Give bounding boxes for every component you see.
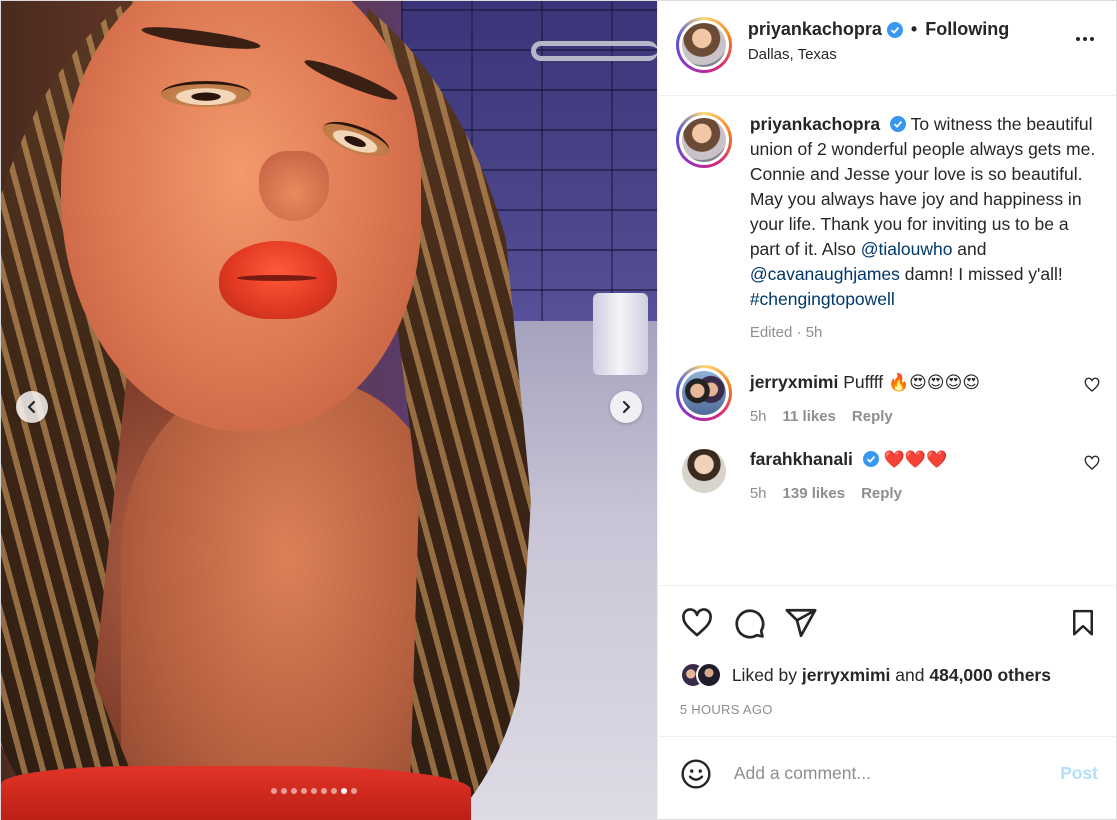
- likes-summary: Liked by jerryxmimi and 484,000 others: [679, 662, 1098, 688]
- instagram-post-modal: priyankachopra • Following Dallas, Texas: [0, 0, 1117, 820]
- hashtag-link[interactable]: #chengingtopowell: [750, 289, 895, 309]
- comment-likes[interactable]: 139 likes: [783, 481, 846, 506]
- following-button[interactable]: Following: [925, 19, 1009, 40]
- comment-like-heart-icon[interactable]: [1084, 377, 1100, 393]
- mention-link[interactable]: @cavanaughjames: [750, 264, 900, 284]
- chevron-right-icon: [622, 400, 631, 414]
- comment-like-heart-icon[interactable]: [1084, 455, 1100, 471]
- caption-username[interactable]: priyankachopra: [750, 114, 880, 134]
- caption-meta: Edited · 5h: [749, 324, 823, 341]
- carousel-dot: [351, 788, 357, 794]
- more-dot-icon: [1076, 37, 1080, 41]
- comment-emojis: 🔥😍😍😍😍: [888, 373, 981, 392]
- location-link[interactable]: Dallas, Texas: [748, 46, 1070, 63]
- emoji-smiley-icon[interactable]: [680, 758, 712, 790]
- comment-time[interactable]: 5h: [750, 481, 767, 506]
- post-timestamp[interactable]: 5 HOURS AGO: [680, 702, 1098, 717]
- likes-count-link[interactable]: 484,000 others: [929, 665, 1051, 686]
- verified-badge-icon: [862, 451, 879, 467]
- post-header: priyankachopra • Following Dallas, Texas: [657, 1, 1116, 96]
- caption-avatar[interactable]: [675, 112, 732, 168]
- post-media[interactable]: [1, 1, 657, 820]
- caption: priyankachopra To witness the beautiful …: [675, 112, 1100, 345]
- comment-bubble-icon[interactable]: [732, 606, 766, 640]
- chevron-left-icon: [27, 400, 36, 414]
- author-avatar[interactable]: [675, 17, 732, 73]
- more-dot-icon: [1083, 37, 1087, 41]
- save-bookmark-icon[interactable]: [1068, 607, 1098, 639]
- carousel-dot: [331, 788, 337, 794]
- comments-list[interactable]: priyankachopra To witness the beautiful …: [658, 96, 1116, 585]
- carousel-next-button[interactable]: [610, 391, 642, 423]
- carousel-dot: [311, 788, 317, 794]
- liked-by-prefix: Liked by: [731, 664, 798, 685]
- comment-time[interactable]: 5h: [750, 404, 767, 429]
- grab-rail: [531, 41, 657, 61]
- post-comment-button[interactable]: Post: [1060, 763, 1098, 784]
- photo-neck: [121, 381, 451, 820]
- comment-avatar[interactable]: [675, 365, 732, 421]
- carousel-prev-button[interactable]: [16, 391, 48, 423]
- comment-input[interactable]: [733, 763, 1061, 784]
- comment-username[interactable]: farahkhanali: [750, 449, 853, 469]
- more-options-button[interactable]: [1070, 29, 1100, 49]
- comment-likes[interactable]: 11 likes: [783, 404, 836, 429]
- carousel-dot: [301, 788, 307, 794]
- photo-eye-left: [161, 81, 251, 107]
- comment-avatar[interactable]: [676, 449, 732, 505]
- verified-badge-icon: [886, 21, 903, 38]
- comment-composer: Post: [657, 736, 1116, 810]
- reply-button[interactable]: Reply: [861, 481, 902, 506]
- caption-text: To witness the beautiful union of 2 wond…: [749, 114, 1096, 259]
- post-actions: Liked by jerryxmimi and 484,000 others 5…: [657, 585, 1116, 820]
- more-dot-icon: [1090, 37, 1094, 41]
- photo-dress: [1, 766, 471, 820]
- comment-emojis: ❤️❤️❤️: [883, 450, 948, 469]
- share-paper-plane-icon[interactable]: [784, 606, 818, 640]
- photo-lips: [219, 241, 337, 319]
- verified-badge-icon: [890, 116, 907, 132]
- post-sidebar: priyankachopra • Following Dallas, Texas: [656, 1, 1116, 820]
- carousel-dot: [271, 788, 277, 794]
- caption-text: damn! I missed y'all!: [899, 264, 1063, 284]
- carousel-indicator: [271, 788, 357, 794]
- comment-text: Puffff: [843, 372, 884, 392]
- comment-item: jerryxmimi Puffff 🔥😍😍😍😍 5h 11 likes Repl…: [675, 365, 1100, 429]
- carousel-dot: [281, 788, 287, 794]
- photo-nose: [259, 151, 329, 221]
- carousel-dot: [321, 788, 327, 794]
- like-heart-icon[interactable]: [680, 606, 714, 640]
- liked-by-middle: and: [895, 664, 925, 685]
- carousel-dot: [341, 788, 347, 794]
- caption-text: and: [952, 239, 987, 259]
- header-separator: •: [910, 19, 918, 39]
- toilet-roll: [593, 293, 648, 375]
- mention-link[interactable]: @tialouwho: [861, 239, 953, 259]
- comment-username[interactable]: jerryxmimi: [750, 372, 839, 392]
- author-username[interactable]: priyankachopra: [748, 19, 882, 40]
- likers-avatars[interactable]: [679, 662, 722, 688]
- carousel-dot: [291, 788, 297, 794]
- comment-item: farahkhanali ❤️❤️❤️ 5h 139 likes Reply: [676, 449, 1100, 506]
- liked-by-user[interactable]: jerryxmimi: [802, 665, 891, 686]
- reply-button[interactable]: Reply: [852, 404, 893, 429]
